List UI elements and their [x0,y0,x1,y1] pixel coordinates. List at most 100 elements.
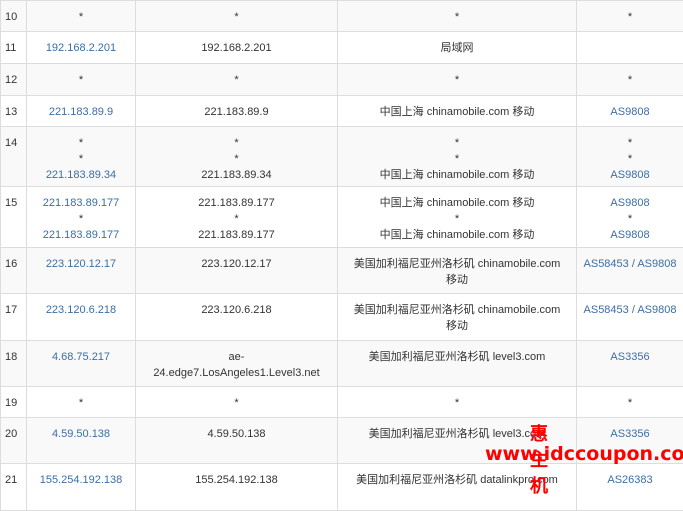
hop-row: 204.59.50.1384.59.50.138美国加利福尼亚州洛杉矶 leve… [1,418,683,464]
ip-address-cell: 155.254.192.138 [27,464,136,511]
asn-cell: * [577,64,683,96]
hostname-text: * [140,211,333,227]
hostname-cell: 4.59.50.138 [136,418,338,464]
asn-text: * [581,72,679,88]
hop-number: 14 [1,127,27,187]
ip-address-text: * [31,211,131,227]
ip-address-cell: 223.120.12.17 [27,248,136,294]
hostname-text: 221.183.89.34 [140,167,333,183]
hop-number: 17 [1,294,27,341]
hop-row: 184.68.75.217 ae-24.edge7.LosAngeles1.Lev… [1,341,683,387]
location-cell: * [338,1,577,32]
location-cell: 美国加利福尼亚州洛杉矶 datalinkpro.com [338,464,577,511]
ip-address-link[interactable]: 221.183.89.177 [31,227,131,243]
hop-row: 14**221.183.89.34**221.183.89.34**中国上海 c… [1,127,683,187]
hostname-text: 192.168.2.201 [140,40,333,56]
location-cell: 美国加利福尼亚州洛杉矶 chinamobile.com移动 [338,294,577,341]
hostname-cell: **221.183.89.34 [136,127,338,187]
ip-address-cell: * [27,64,136,96]
hostname-text: * [140,395,333,411]
location-text: 美国加利福尼亚州洛杉矶 chinamobile.com [342,256,572,272]
hostname-text: * [140,9,333,25]
asn-text: * [581,395,679,411]
location-text: * [342,9,572,25]
location-text: 美国加利福尼亚州洛杉矶 level3.com [342,349,572,365]
hop-number: 18 [1,341,27,387]
hop-row: 19**** [1,387,683,418]
ip-address-link[interactable]: 4.68.75.217 [31,349,131,365]
location-cell: 中国上海 chinamobile.com 移动 [338,96,577,127]
asn-cell: AS3356 [577,341,683,387]
hostname-cell: * [136,1,338,32]
ip-address-cell: 192.168.2.201 [27,32,136,64]
ip-address-text: * [31,72,131,88]
hostname-text: 223.120.6.218 [140,302,333,318]
ip-address-text: * [31,9,131,25]
location-cell: 美国加利福尼亚州洛杉矶 chinamobile.com移动 [338,248,577,294]
ip-address-link[interactable]: 221.183.89.177 [31,195,131,211]
hostname-cell: ae-24.edge7.LosAngeles1.Level3.net [136,341,338,387]
hostname-text: ae- [140,349,333,365]
asn-link[interactable]: AS9808 [581,167,679,183]
asn-cell: **AS9808 [577,127,683,187]
location-cell: * [338,387,577,418]
asn-link[interactable]: AS26383 [581,472,679,488]
hostname-cell: 221.183.89.177*221.183.89.177 [136,187,338,248]
asn-cell: AS9808 [577,96,683,127]
location-text: 中国上海 chinamobile.com 移动 [342,104,572,120]
traceroute-table: 10****11192.168.2.201192.168.2.201局域网12*… [0,0,683,511]
ip-address-text: * [31,135,131,151]
asn-link[interactable]: AS58453 / AS9808 [581,302,679,318]
hostname-cell: * [136,64,338,96]
asn-cell: AS3356 [577,418,683,464]
asn-cell: AS26383 [577,464,683,511]
location-cell: 美国加利福尼亚州洛杉矶 level3.com [338,418,577,464]
asn-link[interactable]: AS58453 / AS9808 [581,256,679,272]
hop-row: 10**** [1,1,683,32]
asn-link[interactable]: AS3356 [581,426,679,442]
hostname-text: 221.183.89.177 [140,195,333,211]
location-text: * [342,151,572,167]
location-cell: **中国上海 chinamobile.com 移动 [338,127,577,187]
location-cell: 美国加利福尼亚州洛杉矶 level3.com [338,341,577,387]
hostname-text: 4.59.50.138 [140,426,333,442]
location-cell: 局域网 [338,32,577,64]
location-text: 中国上海 chinamobile.com 移动 [342,195,572,211]
hostname-cell: 221.183.89.9 [136,96,338,127]
ip-address-link[interactable]: 192.168.2.201 [31,40,131,56]
location-text: * [342,135,572,151]
ip-address-cell: 4.68.75.217 [27,341,136,387]
hop-row: 16223.120.12.17223.120.12.17美国加利福尼亚州洛杉矶 … [1,248,683,294]
location-text: 中国上海 chinamobile.com 移动 [342,167,572,183]
asn-cell [577,32,683,64]
asn-link[interactable]: AS9808 [581,104,679,120]
asn-link[interactable]: AS9808 [581,195,679,211]
hostname-text: * [140,135,333,151]
ip-address-link[interactable]: 4.59.50.138 [31,426,131,442]
ip-address-cell: 221.183.89.177*221.183.89.177 [27,187,136,248]
ip-address-link[interactable]: 223.120.6.218 [31,302,131,318]
hop-number: 21 [1,464,27,511]
ip-address-cell: 223.120.6.218 [27,294,136,341]
hostname-cell: * [136,387,338,418]
location-cell: 中国上海 chinamobile.com 移动*中国上海 chinamobile… [338,187,577,248]
ip-address-link[interactable]: 223.120.12.17 [31,256,131,272]
traceroute-rows: 10****11192.168.2.201192.168.2.201局域网12*… [1,1,683,511]
ip-address-link[interactable]: 155.254.192.138 [31,472,131,488]
asn-link[interactable]: AS9808 [581,227,679,243]
ip-address-link[interactable]: 221.183.89.34 [31,167,131,183]
hop-number: 13 [1,96,27,127]
asn-text: * [581,151,679,167]
ip-address-text: * [31,395,131,411]
hostname-text: 221.183.89.9 [140,104,333,120]
hop-number: 16 [1,248,27,294]
location-text: 移动 [342,272,572,288]
asn-text: * [581,135,679,151]
ip-address-link[interactable]: 221.183.89.9 [31,104,131,120]
asn-cell: AS9808*AS9808 [577,187,683,248]
hostname-text: 24.edge7.LosAngeles1.Level3.net [140,365,333,381]
hop-row: 15221.183.89.177*221.183.89.177221.183.8… [1,187,683,248]
hostname-cell: 223.120.12.17 [136,248,338,294]
asn-link[interactable]: AS3356 [581,349,679,365]
traceroute-panel: 10****11192.168.2.201192.168.2.201局域网12*… [0,0,683,504]
